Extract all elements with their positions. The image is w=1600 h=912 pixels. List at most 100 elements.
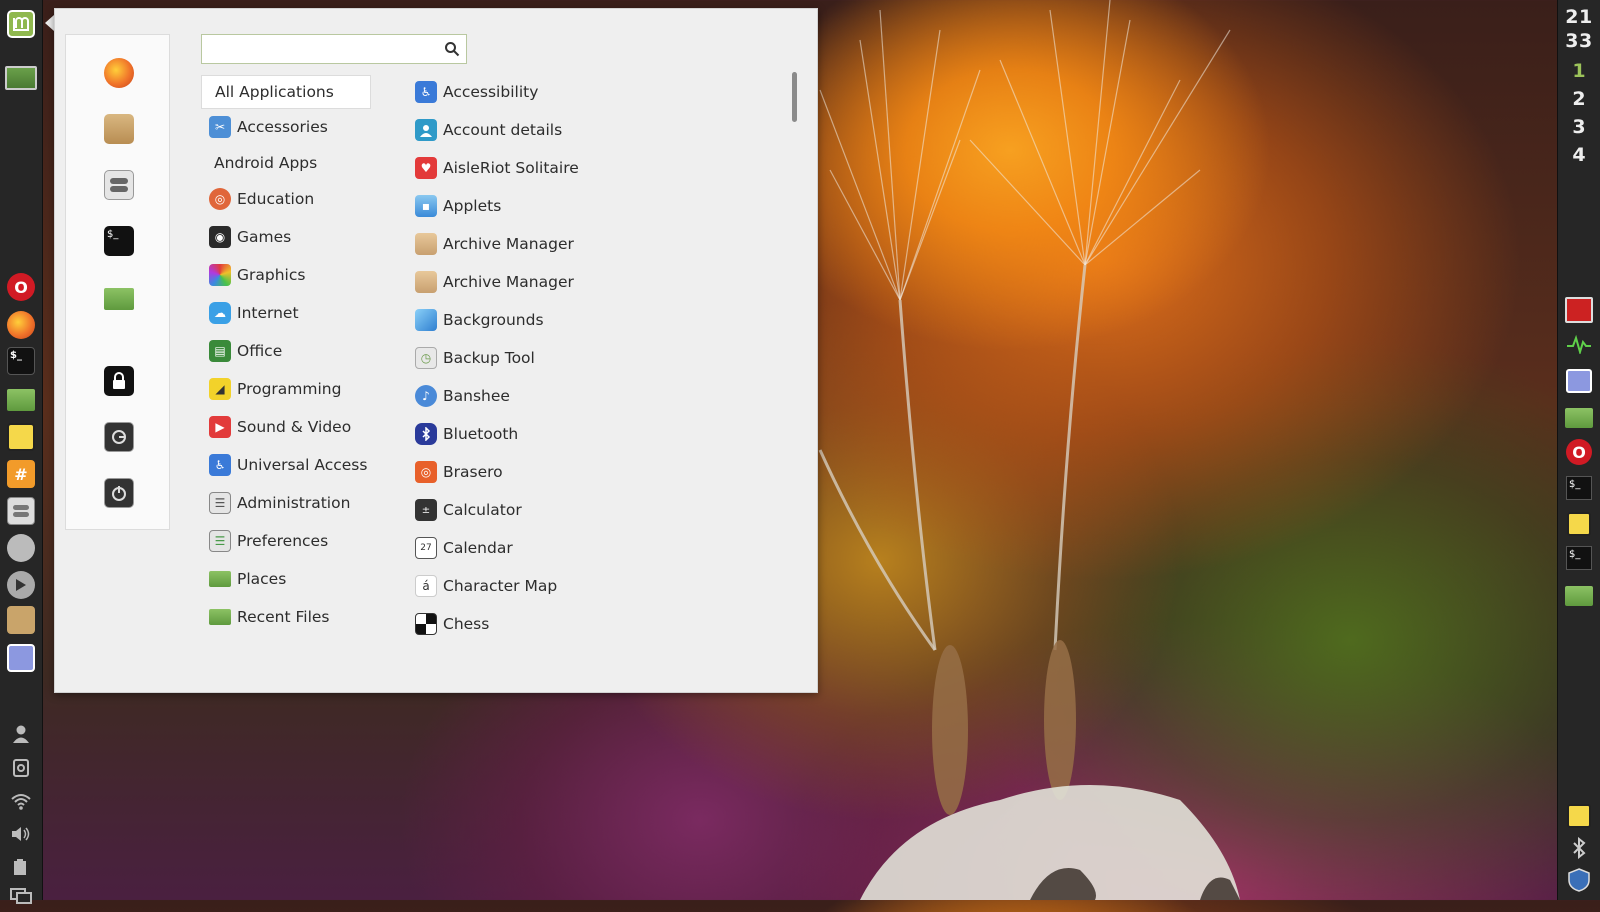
workspace-4[interactable]: 4 <box>1558 144 1600 166</box>
workspace-1[interactable]: 1 <box>1558 60 1600 82</box>
app-label: Archive Manager <box>443 273 574 291</box>
app-label: Backup Tool <box>443 349 535 367</box>
app-label: Archive Manager <box>443 235 574 253</box>
window-terminal[interactable]: $_ <box>1565 474 1593 502</box>
app-aisleriot-solitaire[interactable]: ♥ AisleRiot Solitaire <box>411 151 771 185</box>
logout-button[interactable] <box>103 421 135 453</box>
firefox-icon <box>104 58 134 88</box>
category-recent-files[interactable]: Recent Files <box>201 600 371 634</box>
category-label: Education <box>237 190 315 208</box>
favorite-files[interactable] <box>103 283 135 315</box>
app-calculator[interactable]: ± Calculator <box>411 493 771 527</box>
category-office[interactable]: ▤ Office <box>201 334 371 368</box>
opera-icon: O <box>7 273 35 301</box>
graphics-icon <box>209 264 231 286</box>
launcher-files[interactable] <box>5 384 37 416</box>
calculator-icon: ± <box>415 499 437 521</box>
favorite-firefox[interactable] <box>103 57 135 89</box>
app-banshee[interactable]: ♪ Banshee <box>411 379 771 413</box>
category-label: Sound & Video <box>237 418 352 436</box>
app-bluetooth[interactable]: Bluetooth <box>411 417 771 451</box>
office-icon: ▤ <box>209 340 231 362</box>
app-brasero[interactable]: ◎ Brasero <box>411 455 771 489</box>
app-applets[interactable]: ▪ Applets <box>411 189 771 223</box>
window-recorder[interactable] <box>1565 296 1593 324</box>
app-backup-tool[interactable]: ◷ Backup Tool <box>411 341 771 375</box>
window-files[interactable] <box>1565 404 1593 432</box>
window-notes[interactable] <box>1565 510 1593 538</box>
launcher-settings[interactable] <box>5 495 37 527</box>
battery-applet[interactable] <box>5 851 37 883</box>
app-calendar[interactable]: 27 Calendar <box>411 531 771 565</box>
category-programming[interactable]: ◢ Programming <box>201 372 371 406</box>
launcher-opera[interactable]: O <box>5 271 37 303</box>
favorite-terminal[interactable]: $_ <box>103 225 135 257</box>
lock-screen-button[interactable] <box>103 365 135 397</box>
launcher-firefox[interactable] <box>5 309 37 341</box>
launcher-media[interactable] <box>5 569 37 601</box>
clock-hours[interactable]: 21 <box>1558 6 1600 28</box>
terminal-icon: $_ <box>104 226 134 256</box>
category-label: Preferences <box>237 532 329 550</box>
category-education[interactable]: ◎ Education <box>201 182 371 216</box>
category-games[interactable]: ◉ Games <box>201 220 371 254</box>
launcher-package[interactable] <box>5 604 37 636</box>
app-label: Backgrounds <box>443 311 544 329</box>
window-system-monitor[interactable] <box>1565 332 1593 360</box>
window-terminal-2[interactable]: $_ <box>1565 544 1593 572</box>
keyring-applet[interactable] <box>5 752 37 784</box>
window-opera[interactable]: O <box>1565 438 1593 466</box>
sound-applet[interactable] <box>5 818 37 850</box>
shutdown-button[interactable] <box>103 477 135 509</box>
category-label: Accessories <box>237 118 328 136</box>
clock-minutes[interactable]: 33 <box>1558 30 1600 52</box>
launcher-disk-usage[interactable] <box>5 532 37 564</box>
category-universal-access[interactable]: ♿ Universal Access <box>201 448 371 482</box>
workspace-2[interactable]: 2 <box>1558 88 1600 110</box>
folder-icon <box>1565 408 1593 428</box>
category-preferences[interactable]: ☰ Preferences <box>201 524 371 558</box>
launcher-notes[interactable] <box>5 421 37 453</box>
wifi-icon <box>9 789 33 813</box>
app-accessibility[interactable]: ♿ Accessibility <box>411 75 771 109</box>
app-label: Bluetooth <box>443 425 519 443</box>
category-administration[interactable]: ☰ Administration <box>201 486 371 520</box>
window-files-2[interactable] <box>1565 582 1593 610</box>
notes-applet[interactable] <box>1565 802 1593 830</box>
app-list-scrollbar[interactable] <box>792 72 797 122</box>
workspace-switcher-applet[interactable] <box>5 880 37 912</box>
launcher-terminal[interactable]: $_ <box>5 345 37 377</box>
favorites-panel: $_ <box>65 34 170 530</box>
search-input[interactable] <box>208 38 436 62</box>
category-places[interactable]: Places <box>201 562 371 596</box>
user-applet[interactable] <box>5 718 37 750</box>
launcher-hexchat[interactable]: # <box>5 458 37 490</box>
category-internet[interactable]: ☁ Internet <box>201 296 371 330</box>
favorite-software-manager[interactable] <box>103 113 135 145</box>
menu-button[interactable] <box>5 8 37 40</box>
app-chess[interactable]: Chess <box>411 607 771 641</box>
category-android-apps[interactable]: Android Apps <box>201 146 371 180</box>
favorite-system-settings[interactable] <box>103 169 135 201</box>
text-editor-icon <box>7 644 35 672</box>
show-desktop-button[interactable] <box>5 62 37 94</box>
category-all-applications[interactable]: All Applications <box>201 75 371 109</box>
update-manager-applet[interactable] <box>1565 868 1593 896</box>
app-archive-manager-2[interactable]: Archive Manager <box>411 265 771 299</box>
app-character-map[interactable]: á Character Map <box>411 569 771 603</box>
app-account-details[interactable]: Account details <box>411 113 771 147</box>
app-label: Calculator <box>443 501 522 519</box>
category-accessories[interactable]: ✂ Accessories <box>201 110 371 144</box>
search-box[interactable] <box>201 34 467 64</box>
app-archive-manager[interactable]: Archive Manager <box>411 227 771 261</box>
network-applet[interactable] <box>5 785 37 817</box>
window-text-editor[interactable] <box>1565 367 1593 395</box>
bluetooth-applet[interactable] <box>1565 836 1593 864</box>
category-graphics[interactable]: Graphics <box>201 258 371 292</box>
category-sound-video[interactable]: ▶ Sound & Video <box>201 410 371 444</box>
backup-icon: ◷ <box>415 347 437 369</box>
launcher-text-editor[interactable] <box>5 642 37 674</box>
app-backgrounds[interactable]: Backgrounds <box>411 303 771 337</box>
search-icon[interactable] <box>444 41 460 57</box>
workspace-3[interactable]: 3 <box>1558 116 1600 138</box>
